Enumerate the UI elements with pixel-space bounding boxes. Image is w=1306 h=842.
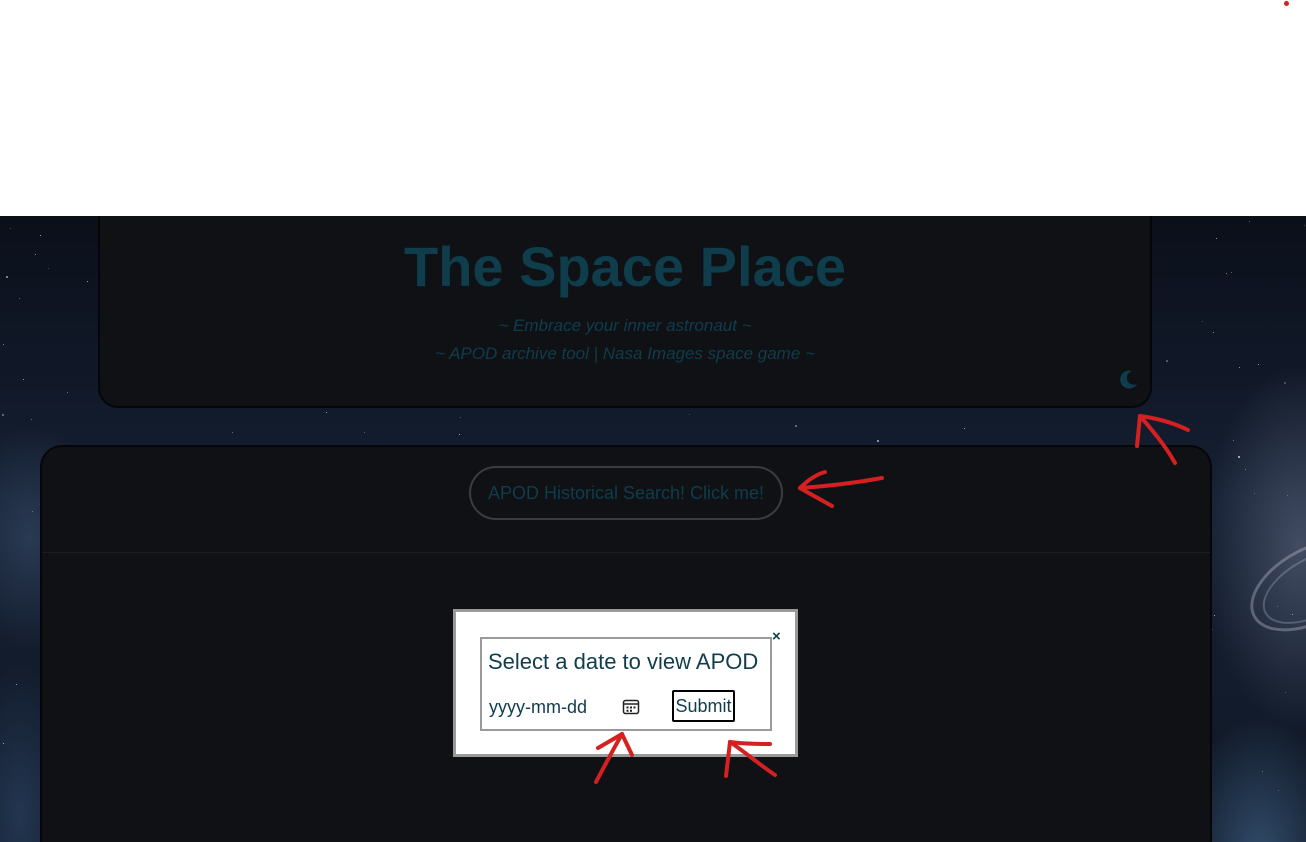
star xyxy=(87,281,88,282)
star xyxy=(1245,469,1246,470)
star xyxy=(67,392,68,393)
star xyxy=(364,432,365,433)
star xyxy=(48,268,49,269)
star xyxy=(232,432,233,433)
star xyxy=(1285,692,1286,693)
star xyxy=(1213,332,1214,333)
screenshot: The Space Place ~ Embrace your inner ast… xyxy=(0,0,1306,842)
date-picker-modal: × Select a date to view APOD yyyy-mm-dd … xyxy=(453,609,798,757)
star xyxy=(1212,629,1213,630)
star xyxy=(1233,440,1234,441)
red-dot-marker xyxy=(1284,1,1289,6)
star xyxy=(23,379,24,380)
star xyxy=(3,743,4,744)
star xyxy=(1258,364,1259,365)
star xyxy=(1202,321,1203,322)
apod-search-button[interactable]: APOD Historical Search! Click me! xyxy=(469,466,783,520)
site-subtitle: ~ APOD archive tool | Nasa Images space … xyxy=(435,344,815,363)
star xyxy=(877,440,879,442)
star xyxy=(1284,382,1286,384)
star xyxy=(1214,615,1215,616)
star xyxy=(795,425,797,427)
site-tagline: ~ Embrace your inner astronaut ~ xyxy=(498,316,752,335)
star xyxy=(1238,456,1240,458)
star xyxy=(1277,606,1278,607)
star xyxy=(1226,273,1227,274)
star xyxy=(31,419,32,420)
star xyxy=(1254,493,1255,494)
star xyxy=(3,344,4,345)
star xyxy=(1166,360,1168,362)
star xyxy=(16,684,17,685)
star xyxy=(964,428,965,429)
site-header: The Space Place ~ Embrace your inner ast… xyxy=(98,216,1152,408)
star xyxy=(1287,495,1288,496)
star xyxy=(1292,614,1293,615)
star xyxy=(1138,439,1139,440)
star xyxy=(459,434,460,435)
star xyxy=(460,417,461,418)
site-title: The Space Place xyxy=(403,235,846,298)
star xyxy=(1216,238,1217,239)
modal-title: Select a date to view APOD xyxy=(488,649,759,674)
star xyxy=(689,414,690,415)
star xyxy=(40,235,41,236)
star xyxy=(10,228,11,229)
star xyxy=(1239,367,1240,368)
moon-icon[interactable] xyxy=(1118,368,1140,390)
star xyxy=(1262,771,1263,772)
star xyxy=(1304,225,1305,226)
star xyxy=(32,511,33,512)
star xyxy=(6,276,8,278)
star xyxy=(1249,221,1250,222)
star xyxy=(1231,272,1232,273)
star xyxy=(1278,790,1279,791)
star xyxy=(326,412,327,413)
close-icon[interactable]: × xyxy=(772,629,781,644)
panel-divider xyxy=(42,552,1210,553)
calendar-icon[interactable] xyxy=(622,698,640,716)
date-input[interactable]: yyyy-mm-dd xyxy=(489,697,587,718)
submit-button[interactable]: Submit xyxy=(672,690,735,722)
star xyxy=(35,254,36,255)
date-form: Select a date to view APOD yyyy-mm-dd Su… xyxy=(480,637,772,731)
star xyxy=(19,298,20,299)
star xyxy=(2,414,4,416)
